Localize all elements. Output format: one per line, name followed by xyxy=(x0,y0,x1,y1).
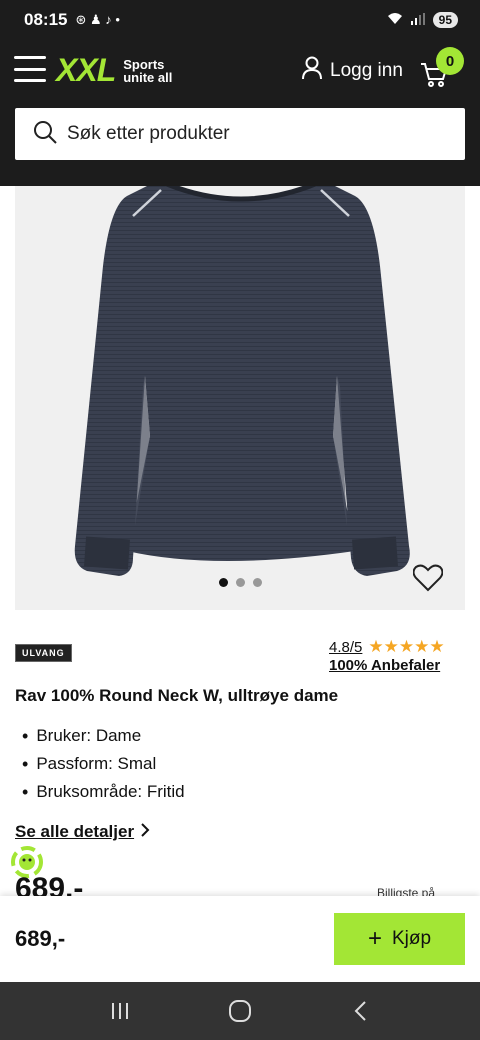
brand-badge[interactable]: ULVANG xyxy=(15,644,72,662)
battery-indicator: 95 xyxy=(432,12,458,28)
see-details-link[interactable]: Se alle detaljer xyxy=(15,822,150,842)
product-image-carousel[interactable] xyxy=(15,186,465,610)
price-partial: 689,- xyxy=(15,872,84,896)
signal-icon xyxy=(410,12,425,28)
wifi-icon xyxy=(387,12,403,29)
buy-price: 689,- xyxy=(15,926,66,951)
login-button[interactable]: Logg inn xyxy=(302,56,403,86)
feature-text: Passform: Smal xyxy=(36,754,157,773)
user-icon xyxy=(302,56,322,86)
site-header: XXL Sports unite all Logg inn 0 xyxy=(0,40,480,186)
carousel-dot[interactable] xyxy=(252,578,262,587)
notification-icon: ⊛ ♟ ♪ • xyxy=(75,12,120,27)
logo-mark: XXL xyxy=(56,52,116,88)
chevron-right-icon xyxy=(140,822,150,842)
rating[interactable]: 4.8/5 ★★★★★ xyxy=(329,637,445,657)
carousel-dot[interactable] xyxy=(218,578,228,587)
rating-value: 4.8/5 xyxy=(329,638,363,656)
plus-icon: + xyxy=(367,925,382,952)
status-time: 08:15 xyxy=(24,10,68,29)
cart-count-badge[interactable]: 0 xyxy=(436,47,464,75)
list-item: Bruker: Dame xyxy=(22,722,185,750)
status-bar: 08:15 ⊛ ♟ ♪ • 95 xyxy=(0,0,480,40)
carousel-dot[interactable] xyxy=(235,578,245,587)
carousel-dots xyxy=(15,578,465,587)
feature-text: Bruker: Dame xyxy=(36,726,142,745)
recent-apps-icon[interactable] xyxy=(100,991,140,1031)
feature-text: Bruksområde: Fritid xyxy=(36,782,185,801)
search-input[interactable] xyxy=(67,123,447,145)
rating-stars: ★★★★★ xyxy=(368,637,445,656)
product-image xyxy=(74,186,410,576)
back-icon[interactable] xyxy=(340,991,380,1031)
buy-bar: 689,- + Kjøp xyxy=(0,896,480,982)
home-icon[interactable] xyxy=(220,991,260,1031)
status-right: 95 xyxy=(387,12,458,29)
favorite-heart-icon[interactable] xyxy=(412,564,445,594)
details-link-label: Se alle detaljer xyxy=(15,822,135,841)
logo-tagline: Sports unite all xyxy=(123,58,172,84)
buy-button-label: Kjøp xyxy=(391,928,432,949)
product-title: Rav 100% Round Neck W, ulltrøye dame xyxy=(15,686,339,705)
buy-button[interactable]: + Kjøp xyxy=(334,913,465,965)
menu-icon[interactable] xyxy=(14,56,46,82)
recommend-link[interactable]: 100% Anbefaler xyxy=(329,657,440,674)
search-icon xyxy=(33,120,57,149)
status-left: 08:15 ⊛ ♟ ♪ • xyxy=(24,10,120,30)
feature-list: Bruker: Dame Passform: Smal Bruksområde:… xyxy=(22,722,185,806)
search-bar[interactable] xyxy=(15,108,465,160)
list-item: Passform: Smal xyxy=(22,750,185,778)
login-label: Logg inn xyxy=(330,60,403,81)
android-nav-bar xyxy=(0,982,480,1040)
tagline-line2: unite all xyxy=(123,69,173,85)
list-item: Bruksområde: Fritid xyxy=(22,778,185,806)
logo[interactable]: XXL Sports unite all xyxy=(56,52,172,89)
